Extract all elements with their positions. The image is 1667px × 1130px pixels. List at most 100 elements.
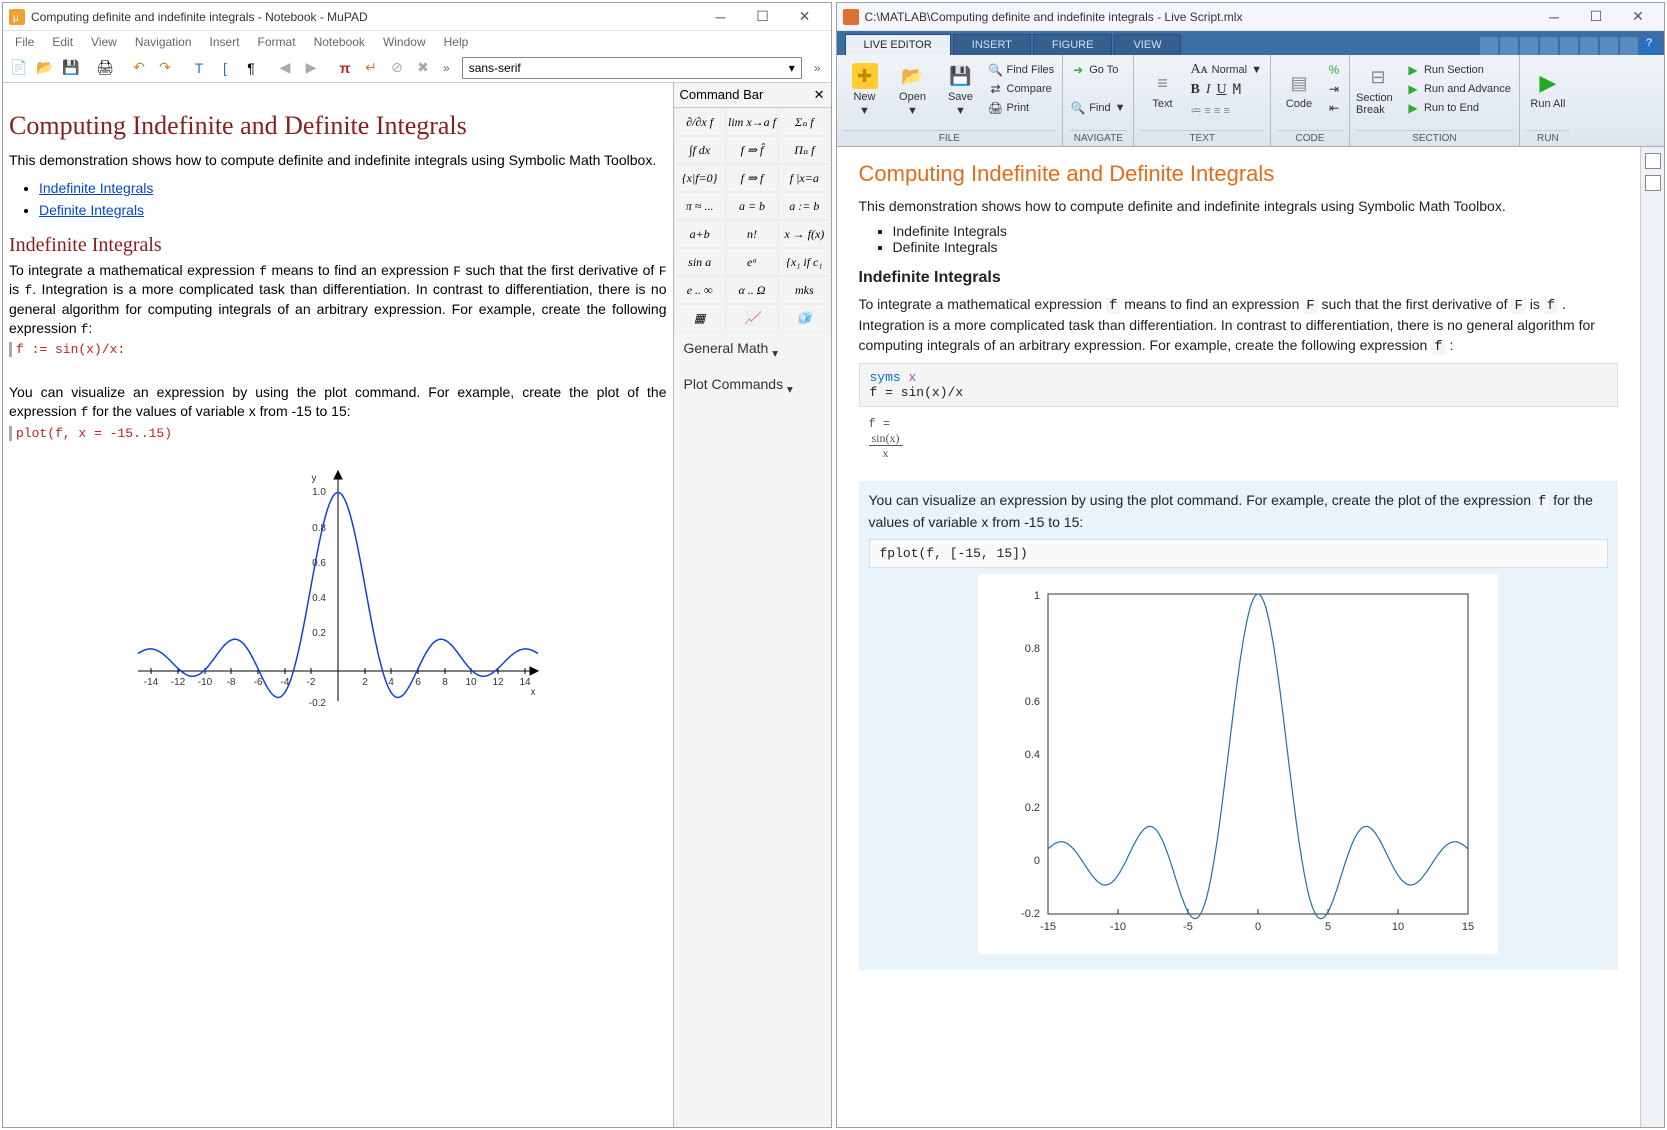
text-button[interactable]: ≡Text — [1140, 59, 1184, 121]
cmd-float[interactable]: π ≈ ... — [674, 192, 726, 220]
cmd-plus[interactable]: a+b — [674, 220, 726, 248]
cmd-assign[interactable]: a := b — [778, 192, 830, 220]
cmd-derivative[interactable]: ∂/∂x f — [674, 108, 726, 136]
pi-icon[interactable]: π — [333, 56, 357, 80]
qa-icon[interactable] — [1480, 37, 1498, 55]
maximize-button[interactable]: ☐ — [1576, 5, 1616, 29]
code-block-1[interactable]: f := sin(x)/x: — [9, 342, 667, 357]
find-button[interactable]: 🔍Find ▼ — [1069, 99, 1127, 117]
run-to-end-button[interactable]: ▶Run to End — [1404, 99, 1513, 117]
cmd-sum[interactable]: Σₙ f — [778, 108, 830, 136]
compare-button[interactable]: ⇄Compare — [987, 80, 1057, 98]
matlab-document[interactable]: Computing Indefinite and Definite Integr… — [837, 147, 1641, 1127]
cmd-plot3d-icon[interactable]: 🧊 — [778, 304, 830, 332]
cmd-plot2d-icon[interactable]: 📈 — [726, 304, 778, 332]
cmd-integral[interactable]: ∫f dx — [674, 136, 726, 164]
cmd-factorial[interactable]: n! — [726, 220, 778, 248]
run-all-button[interactable]: ▶Run All — [1526, 59, 1570, 121]
qa-icon[interactable] — [1600, 37, 1618, 55]
cmd-greek[interactable]: α .. Ω — [726, 276, 778, 304]
cmd-piecewise[interactable]: {x₁ if c₁ — [778, 248, 830, 276]
qa-icon[interactable] — [1520, 37, 1538, 55]
code-opt1-icon[interactable]: % — [1325, 61, 1343, 79]
qa-icon[interactable] — [1500, 37, 1518, 55]
cmd-product[interactable]: Πₙ f — [778, 136, 830, 164]
close-button[interactable]: ✕ — [785, 5, 825, 29]
format-buttons[interactable]: B I U M — [1188, 81, 1264, 99]
font-selector[interactable]: sans-serif▾ — [462, 57, 802, 79]
back-icon[interactable]: ◀ — [273, 56, 297, 80]
menu-insert[interactable]: Insert — [202, 33, 248, 51]
list-buttons[interactable]: ≔ ≡ ≡ ≡ — [1188, 101, 1264, 119]
cmd-matrix-icon[interactable]: ▦ — [674, 304, 726, 332]
menu-file[interactable]: File — [7, 33, 42, 51]
menu-format[interactable]: Format — [250, 33, 304, 51]
minimize-button[interactable]: ─ — [1534, 5, 1574, 29]
tab-live-editor[interactable]: LIVE EDITOR — [845, 34, 951, 55]
link-definite[interactable]: Definite Integrals — [39, 202, 144, 218]
code-button[interactable]: ▤Code — [1277, 59, 1321, 121]
tab-insert[interactable]: INSERT — [953, 34, 1031, 55]
insert-para-icon[interactable]: ¶ — [239, 56, 263, 80]
find-files-button[interactable]: 🔍Find Files — [987, 61, 1057, 79]
qa-help-icon[interactable]: ? — [1640, 37, 1658, 55]
close-button[interactable]: ✕ — [1618, 5, 1658, 29]
undo-icon[interactable]: ↶ — [127, 56, 151, 80]
menu-window[interactable]: Window — [375, 33, 434, 51]
cmd-transform[interactable]: f ⇒ f̂ — [726, 136, 778, 164]
code-opt3-icon[interactable]: ⇤ — [1325, 99, 1343, 117]
cmd-units[interactable]: mks — [778, 276, 830, 304]
close-icon[interactable]: ✕ — [814, 87, 825, 103]
tab-view[interactable]: VIEW — [1114, 34, 1180, 55]
cmd-simplify[interactable]: f ⇒ f — [726, 164, 778, 192]
cmd-map[interactable]: x → f(x) — [778, 220, 830, 248]
open-icon[interactable]: 📂 — [33, 56, 57, 80]
cmd-equal[interactable]: a = b — [726, 192, 778, 220]
qa-icon[interactable] — [1540, 37, 1558, 55]
menu-notebook[interactable]: Notebook — [306, 33, 373, 51]
stop-icon[interactable]: ⊘ — [385, 56, 409, 80]
menu-edit[interactable]: Edit — [44, 33, 81, 51]
link-indefinite[interactable]: Indefinite Integrals — [39, 180, 153, 196]
insert-text-icon[interactable]: T — [187, 56, 211, 80]
general-math-link[interactable]: General Math ▾ — [674, 332, 831, 368]
cmd-exp[interactable]: eᵃ — [726, 248, 778, 276]
insert-calc-icon[interactable]: [ — [213, 56, 237, 80]
plot-commands-link[interactable]: Plot Commands ▾ — [674, 368, 831, 404]
cmd-const[interactable]: e .. ∞ — [674, 276, 726, 304]
run-advance-button[interactable]: ▶Run and Advance — [1404, 80, 1513, 98]
open-button[interactable]: 📂Open▼ — [891, 59, 935, 121]
qa-icon[interactable] — [1560, 37, 1578, 55]
save-button[interactable]: 💾Save▼ — [939, 59, 983, 121]
menu-view[interactable]: View — [83, 33, 125, 51]
output-right-icon[interactable] — [1645, 175, 1661, 191]
new-icon[interactable]: 📄 — [7, 56, 31, 80]
code-block-1[interactable]: syms x f = sin(x)/x — [859, 363, 1619, 407]
cmd-subs[interactable]: f |x=a — [778, 164, 830, 192]
qa-icon[interactable] — [1580, 37, 1598, 55]
code-block-2[interactable]: fplot(f, [-15, 15]) — [869, 539, 1609, 568]
eval-icon[interactable]: ↵ — [359, 56, 383, 80]
menu-help[interactable]: Help — [436, 33, 477, 51]
tab-figure[interactable]: FIGURE — [1033, 34, 1113, 55]
style-selector[interactable]: Aᴀ Normal ▼ — [1188, 61, 1264, 79]
save-icon[interactable]: 💾 — [59, 56, 83, 80]
mupad-document[interactable]: Computing Indefinite and Definite Integr… — [3, 83, 673, 1127]
run-section-button[interactable]: ▶Run Section — [1404, 61, 1513, 79]
print-button[interactable]: 🖨Print — [987, 99, 1057, 117]
maximize-button[interactable]: ☐ — [743, 5, 783, 29]
qa-icon[interactable] — [1620, 37, 1638, 55]
section-break-button[interactable]: ⊟Section Break — [1356, 59, 1400, 121]
redo-icon[interactable]: ↷ — [153, 56, 177, 80]
new-button[interactable]: ✚New▼ — [843, 59, 887, 121]
print-icon[interactable]: 🖨 — [93, 56, 117, 80]
output-inline-icon[interactable] — [1645, 153, 1661, 169]
menu-navigation[interactable]: Navigation — [127, 33, 200, 51]
goto-button[interactable]: ➜Go To — [1069, 61, 1127, 79]
forward-icon[interactable]: ▶ — [299, 56, 323, 80]
cmd-limit[interactable]: lim x→a f — [726, 108, 778, 136]
cmd-solve[interactable]: {x|f=0} — [674, 164, 726, 192]
minimize-button[interactable]: ─ — [701, 5, 741, 29]
clear-icon[interactable]: ✖ — [411, 56, 435, 80]
code-opt2-icon[interactable]: ⇥ — [1325, 80, 1343, 98]
